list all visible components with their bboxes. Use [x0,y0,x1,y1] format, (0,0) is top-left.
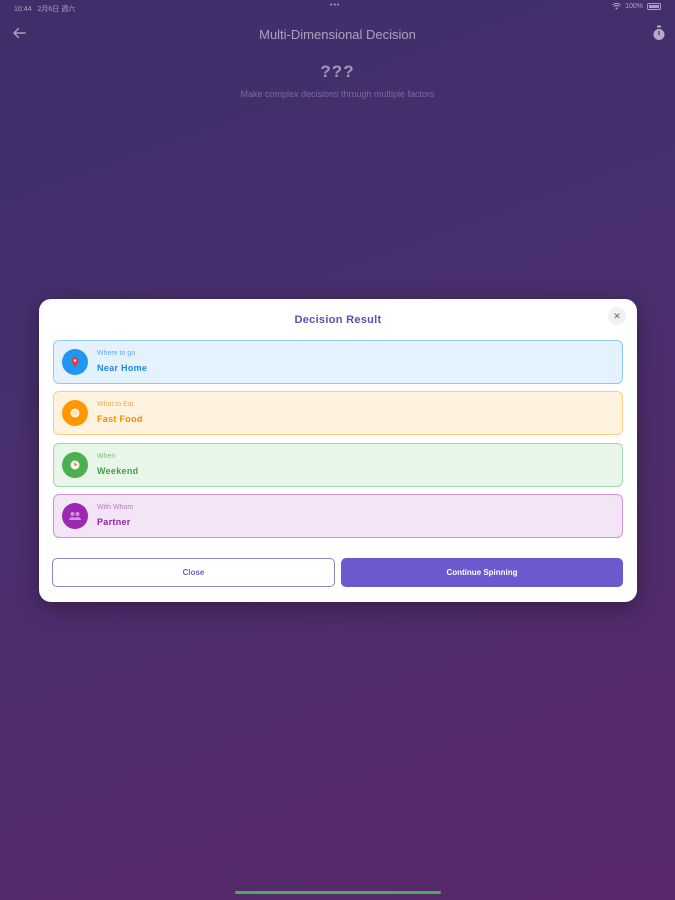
battery-percent: 100% [625,3,643,10]
status-left: 10:44 2月6日 週六 [14,4,79,14]
result-label: With Whom [97,504,134,511]
result-label: Where to go [97,350,136,357]
result-value: Partner [97,517,131,527]
result-card-eat: What to Eat Fast Food [53,391,623,435]
result-value: Weekend [97,466,139,476]
hero-title: ??? [320,62,355,81]
decision-result-dialog: Decision Result ✕ Where to go Near Home … [39,299,637,602]
status-date: 2月6日 週六 [37,6,76,13]
close-icon[interactable]: ✕ [608,307,626,325]
people-icon [62,503,88,529]
hero-subtitle: Make complex decisions through multiple … [240,89,435,99]
result-card-when: When Weekend [53,443,623,487]
battery-icon [647,3,661,10]
result-label: When [97,453,116,460]
status-right: 100% [612,3,661,10]
close-button[interactable]: Close [52,558,335,587]
dialog-title: Decision Result [294,314,382,326]
status-dots: ••• [330,2,341,9]
timer-icon[interactable] [652,25,666,41]
location-pin-icon [62,349,88,375]
page-title: Multi-Dimensional Decision [259,27,416,42]
result-card-where: Where to go Near Home [53,340,623,384]
home-indicator[interactable] [235,891,441,894]
wifi-icon [612,3,621,10]
result-value: Near Home [97,363,148,373]
result-value: Fast Food [97,414,143,424]
continue-spinning-button[interactable]: Continue Spinning [341,558,623,587]
clock-icon [62,452,88,478]
result-label: What to Eat [97,401,134,408]
status-bar: 10:44 2月6日 週六 ••• 100% [0,0,675,16]
result-card-who: With Whom Partner [53,494,623,538]
status-time: 10:44 [14,6,32,13]
food-icon [62,400,88,426]
